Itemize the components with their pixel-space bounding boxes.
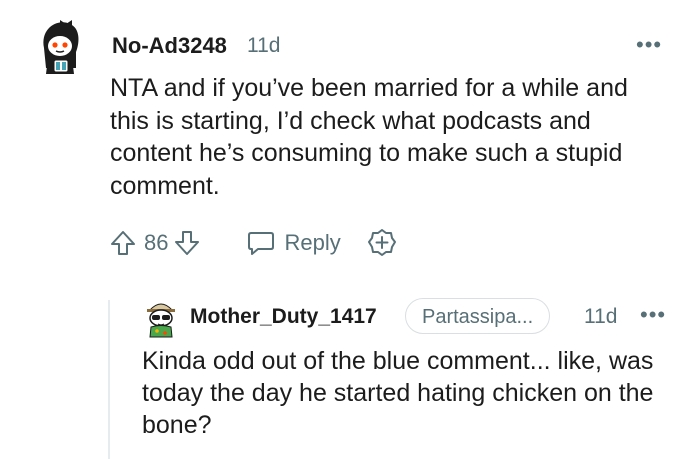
comment-action-bar: 86 Reply [108,226,397,260]
reply-body: Kinda odd out of the blue comment... lik… [142,347,654,439]
reply-username[interactable]: Mother_Duty_1417 [190,305,377,329]
reply-label: Reply [284,230,341,255]
award-button[interactable] [367,228,397,258]
user-flair: Partassipa... [405,298,551,334]
downvote-button[interactable] [172,228,202,258]
thread-line[interactable] [108,300,110,459]
award-icon [367,229,396,256]
comment-body: NTA and if you’ve been married for a whi… [110,74,628,200]
vote-score: 86 [144,230,169,255]
upvote-icon [111,231,135,255]
reply-more-options-button[interactable]: ••• [640,302,666,328]
reply-timestamp[interactable]: 11d [584,305,617,329]
avatar-icon [43,20,79,74]
comment-username[interactable]: No-Ad3248 [112,33,227,59]
comment-timestamp[interactable]: 11d [247,34,280,58]
downvote-icon [175,231,200,255]
upvote-button[interactable] [108,228,138,258]
reply-button[interactable]: Reply [246,229,341,257]
reply-icon [248,232,275,255]
avatar[interactable] [36,18,86,76]
more-options-button[interactable]: ••• [636,32,662,58]
reply-avatar[interactable] [142,298,180,338]
avatar-icon [147,303,175,338]
